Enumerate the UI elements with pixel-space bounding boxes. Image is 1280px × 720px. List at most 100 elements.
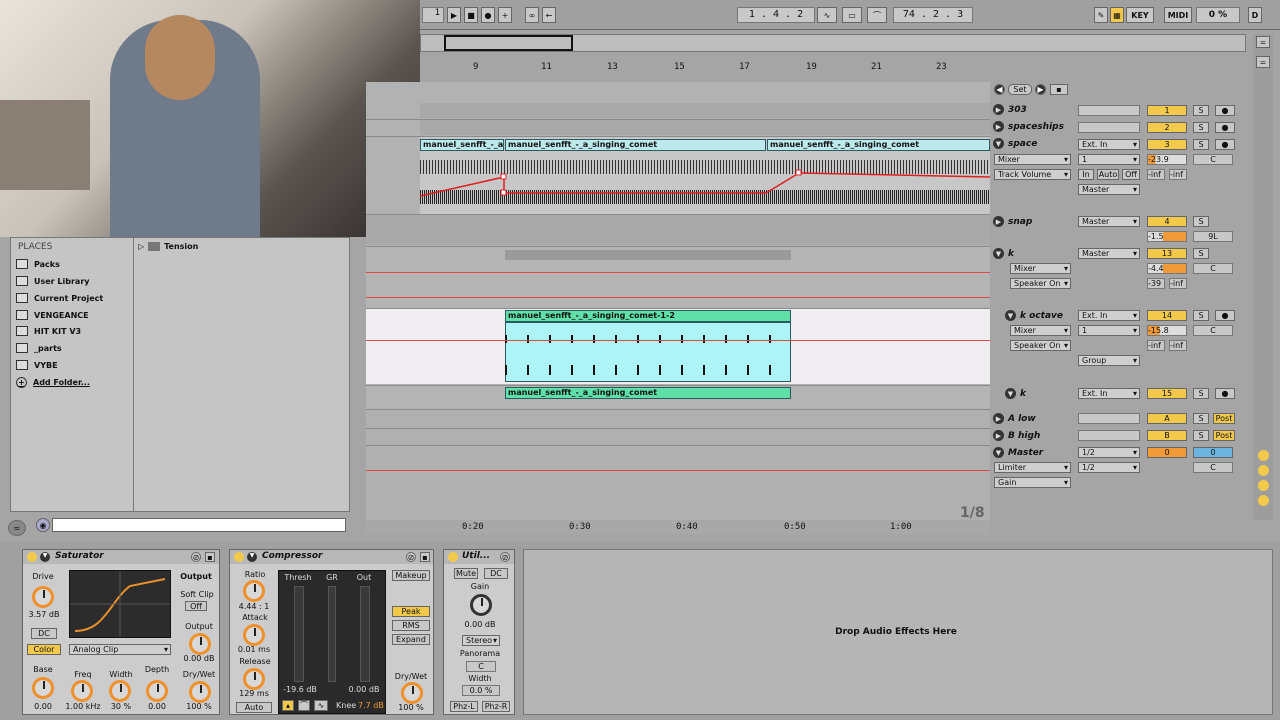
device-save-icon[interactable]: ⊘: [191, 552, 201, 562]
place-parts[interactable]: _parts: [16, 343, 62, 353]
monitor-off[interactable]: Off: [1122, 169, 1140, 180]
track-k-octave-activator[interactable]: 14: [1147, 310, 1187, 321]
peak-button[interactable]: Peak: [392, 606, 430, 617]
master-pan[interactable]: C: [1193, 462, 1233, 473]
expand-icon[interactable]: ▶: [993, 430, 1004, 441]
midi-map-button[interactable]: MIDI: [1164, 7, 1192, 23]
stop-button[interactable]: ■: [464, 7, 478, 23]
knee-value[interactable]: 7.7 dB: [358, 701, 384, 710]
loop-icon[interactable]: ∞: [525, 7, 539, 23]
window-icon[interactable]: ▭: [842, 7, 862, 23]
base-knob[interactable]: [32, 677, 54, 699]
expand-icon[interactable]: ▶: [993, 413, 1004, 424]
rms-button[interactable]: RMS: [392, 620, 430, 631]
key-map-button[interactable]: KEY: [1126, 7, 1154, 23]
k2-input-select[interactable]: Ext. In: [1078, 388, 1140, 399]
track-k-octave-volume[interactable]: -15.8: [1147, 325, 1187, 336]
track-space-arm[interactable]: ●: [1215, 139, 1235, 150]
track-header-k-octave[interactable]: ▼ k octave: [1005, 310, 1087, 321]
pencil-icon[interactable]: ✎: [1094, 7, 1108, 23]
collapse-icon[interactable]: ▼: [1005, 310, 1016, 321]
view-mode-3[interactable]: ∿: [314, 700, 328, 711]
track-spaceships-solo[interactable]: S: [1193, 122, 1209, 133]
back-arrow-icon[interactable]: ←: [542, 7, 556, 23]
device-save-icon[interactable]: ⊘: [500, 552, 510, 562]
clip-type-select[interactable]: Analog Clip: [69, 644, 171, 655]
release-knob[interactable]: [243, 668, 265, 690]
lock-icon[interactable]: ▪: [1050, 84, 1068, 95]
returns-toggle-icon[interactable]: [1258, 480, 1269, 491]
track-k-octave-solo[interactable]: S: [1193, 310, 1209, 321]
track-k-solo[interactable]: S: [1193, 248, 1209, 259]
monitor-in[interactable]: In: [1078, 169, 1094, 180]
clip-k2[interactable]: manuel_senfft_-_a_singing_comet: [505, 387, 791, 399]
track-303-input[interactable]: [1078, 105, 1140, 116]
track-a-low-activator[interactable]: A: [1147, 413, 1187, 424]
k-octave-mixer-select[interactable]: Mixer: [1010, 325, 1071, 336]
scroll-up-icon[interactable]: =: [1256, 36, 1270, 48]
track-space-pan[interactable]: C: [1193, 154, 1233, 165]
phase-right-button[interactable]: Phz-R: [482, 701, 510, 712]
track-snap-solo[interactable]: S: [1193, 216, 1209, 227]
loop-start-display[interactable]: 1: [422, 7, 444, 23]
grid-icon[interactable]: ▦: [1110, 7, 1124, 23]
track-header-k[interactable]: ▼ k: [993, 248, 1075, 259]
monitor-auto[interactable]: Auto: [1097, 169, 1119, 180]
makeup-button[interactable]: Makeup: [392, 570, 430, 581]
track-header-space[interactable]: ▼ space: [993, 138, 1075, 149]
mute-button[interactable]: Mute: [454, 568, 478, 579]
compressor-device[interactable]: ▼ Compressor ⊘ ▪ Ratio 4.44 : 1 Attack 0…: [229, 549, 434, 715]
place-current-project[interactable]: Current Project: [16, 293, 103, 303]
master-device-2[interactable]: Gain: [994, 477, 1071, 488]
expand-icon[interactable]: ▶: [993, 121, 1004, 132]
track-k2-arm[interactable]: ●: [1215, 388, 1235, 399]
space-output-select[interactable]: Master: [1078, 184, 1140, 195]
track-space-activator[interactable]: 3: [1147, 139, 1187, 150]
device-collapse-icon[interactable]: ▼: [40, 552, 50, 562]
browser-toggle-icon[interactable]: ≈: [8, 520, 26, 536]
master-io-1[interactable]: 1/2: [1078, 447, 1140, 458]
device-on-icon[interactable]: [27, 552, 37, 562]
device-on-icon[interactable]: [234, 552, 244, 562]
track-a-low-post[interactable]: Post: [1213, 413, 1235, 424]
phase-left-button[interactable]: Phz-L: [450, 701, 478, 712]
collapse-icon[interactable]: ▼: [993, 138, 1004, 149]
track-snap-lane[interactable]: [366, 215, 990, 245]
browser-divider[interactable]: [133, 237, 134, 512]
device-preset-icon[interactable]: ▪: [205, 552, 215, 562]
saturator-device[interactable]: ▼ Saturator ⊘ ▪ Drive 3.57 dB DC Color A…: [22, 549, 220, 715]
io-toggle-icon[interactable]: [1258, 450, 1269, 461]
expand-button[interactable]: Expand: [392, 634, 430, 645]
place-vybe[interactable]: VYBE: [16, 360, 58, 370]
freq-knob[interactable]: [71, 680, 93, 702]
device-preset-icon[interactable]: ▪: [420, 552, 430, 562]
collapse-icon[interactable]: ▼: [993, 248, 1004, 259]
search-input[interactable]: [52, 518, 346, 532]
scroll-down-icon[interactable]: =: [1256, 56, 1270, 68]
color-button[interactable]: Color: [27, 644, 61, 655]
a-low-input[interactable]: [1078, 413, 1140, 424]
clip-k-octave[interactable]: manuel_senfft_-_a_singing_comet-1-2: [505, 310, 791, 322]
space-input-select[interactable]: Ext. In: [1078, 139, 1140, 150]
track-spaceships-activator[interactable]: 2: [1147, 122, 1187, 133]
view-mode-1[interactable]: ▴: [282, 700, 294, 711]
dc-button[interactable]: DC: [484, 568, 508, 579]
track-303-solo[interactable]: S: [1193, 105, 1209, 116]
k-octave-input-select[interactable]: Ext. In: [1078, 310, 1140, 321]
track-k-volume[interactable]: -4.4: [1147, 263, 1187, 274]
gain-knob[interactable]: [470, 594, 492, 616]
k-mixer-select[interactable]: Mixer: [1010, 263, 1071, 274]
track-snap-volume[interactable]: -1.5: [1147, 231, 1187, 242]
space-channel-select[interactable]: 1: [1078, 154, 1140, 165]
play-button[interactable]: ▶: [447, 7, 461, 23]
track-b-high-post[interactable]: Post: [1213, 430, 1235, 441]
track-header-a-low[interactable]: ▶ A low: [993, 413, 1075, 424]
set-button[interactable]: Set: [1008, 84, 1032, 95]
sends-toggle-icon[interactable]: [1258, 465, 1269, 476]
track-snap-activator[interactable]: 4: [1147, 216, 1187, 227]
track-header-k2[interactable]: ▼ k: [1005, 388, 1087, 399]
track-header-spaceships[interactable]: ▶ spaceships: [993, 121, 1075, 132]
track-b-high-solo[interactable]: S: [1193, 430, 1209, 441]
utility-device[interactable]: Util... ⊘ Mute DC Gain 0.00 dB Stereo Pa…: [443, 549, 515, 715]
k-device-select[interactable]: Speaker On: [1010, 278, 1071, 289]
